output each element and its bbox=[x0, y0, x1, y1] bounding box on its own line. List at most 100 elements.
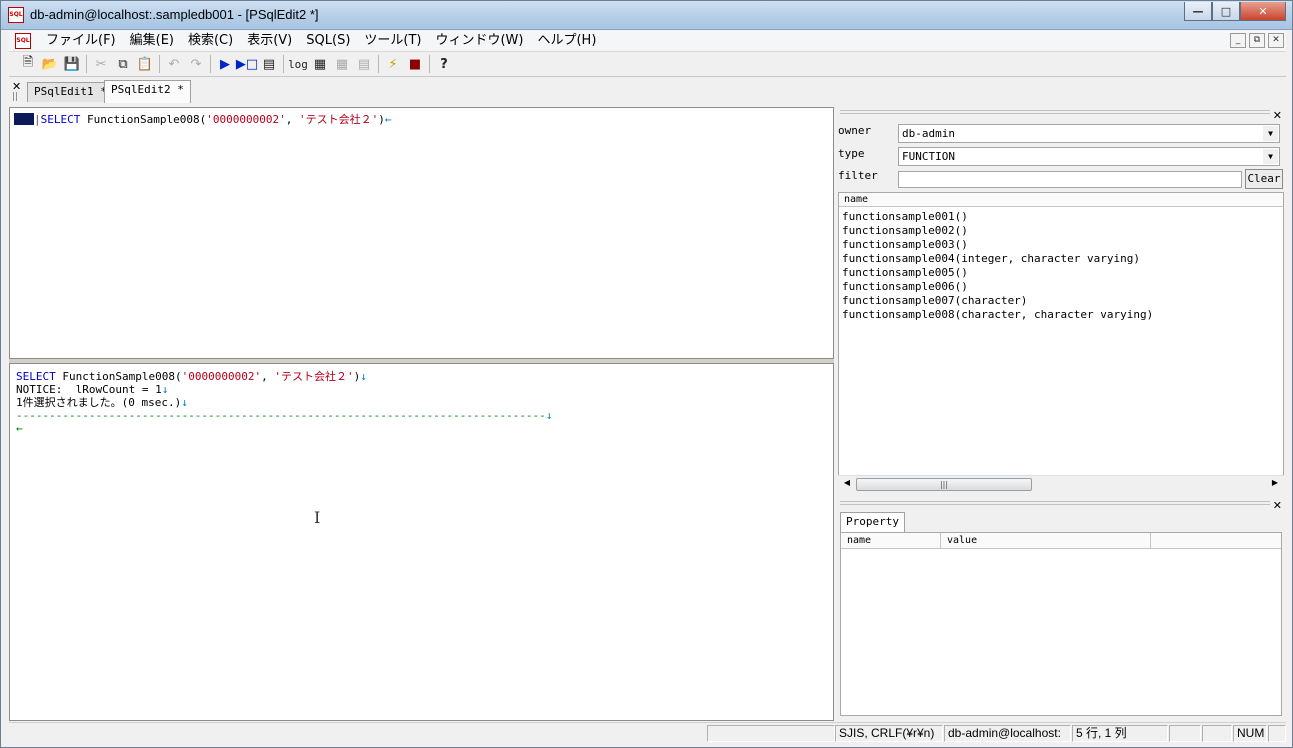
execute-icon[interactable]: ▶ bbox=[214, 54, 236, 74]
menu-sql[interactable]: SQL(S) bbox=[299, 33, 357, 49]
output-function: FunctionSample008( bbox=[55, 370, 182, 383]
newline-mark: ↓ bbox=[545, 409, 553, 422]
panel-grip[interactable] bbox=[840, 110, 1270, 115]
panel-grip[interactable] bbox=[840, 501, 1270, 506]
window-title: db-admin@localhost:.sampledb001 - [PSqlE… bbox=[30, 7, 319, 22]
cut-icon[interactable]: ✂ bbox=[90, 54, 112, 74]
sql-keyword: SELECT bbox=[40, 113, 81, 126]
lightning-icon[interactable]: ⚡ bbox=[382, 54, 404, 74]
list-item[interactable]: functionsample001() bbox=[842, 210, 1283, 224]
menu-bar: SQL ファイル(F) 編集(E) 検索(C) 表示(V) SQL(S) ツール… bbox=[9, 31, 1286, 52]
property-table[interactable]: name value bbox=[840, 532, 1282, 716]
menu-help[interactable]: ヘルプ(H) bbox=[530, 33, 603, 49]
newline-mark: ↓ bbox=[360, 370, 367, 383]
menu-window[interactable]: ウィンドウ(W) bbox=[428, 33, 530, 49]
list-item[interactable]: functionsample008(character, character v… bbox=[842, 308, 1283, 322]
open-folder-icon[interactable]: 📂 bbox=[39, 54, 61, 74]
window-controls: — □ ✕ bbox=[1184, 2, 1286, 22]
status-empty-panel bbox=[1169, 725, 1201, 742]
explain-icon[interactable]: ▤ bbox=[258, 54, 280, 74]
property-col-name[interactable]: name bbox=[841, 533, 941, 548]
sql-function: FunctionSample008( bbox=[80, 113, 207, 126]
paste-icon[interactable]: 📋 bbox=[134, 54, 156, 74]
mdi-child-icon[interactable]: SQL bbox=[15, 33, 31, 49]
type-select[interactable]: FUNCTION ▼ bbox=[898, 147, 1280, 166]
tab-psqledit1[interactable]: PSqlEdit1 * bbox=[27, 82, 114, 102]
mdi-minimize-button[interactable]: _ bbox=[1230, 33, 1246, 48]
list-header-name[interactable]: name bbox=[839, 193, 1283, 207]
property-tab[interactable]: Property bbox=[840, 512, 905, 532]
sql-arg2: 'テスト会社２' bbox=[298, 113, 379, 126]
grid-icon[interactable]: ▦ bbox=[309, 54, 331, 74]
menu-view[interactable]: 表示(V) bbox=[240, 33, 299, 49]
list-item[interactable]: functionsample004(integer, character var… bbox=[842, 252, 1283, 266]
owner-select[interactable]: db-admin ▼ bbox=[898, 124, 1280, 143]
clear-button[interactable]: Clear bbox=[1245, 169, 1283, 189]
toolbar-separator bbox=[378, 55, 379, 73]
menu-items: ファイル(F) 編集(E) 検索(C) 表示(V) SQL(S) ツール(T) … bbox=[39, 33, 603, 49]
tab-psqledit2[interactable]: PSqlEdit2 * bbox=[104, 80, 191, 103]
dropdown-arrow-icon[interactable]: ▼ bbox=[1263, 126, 1278, 141]
newline-mark: ↓ bbox=[161, 383, 169, 396]
minimize-button[interactable]: — bbox=[1184, 2, 1212, 21]
resize-grip-icon[interactable] bbox=[1268, 725, 1286, 742]
copy-icon[interactable]: ⧉ bbox=[112, 54, 134, 74]
output-comma: , bbox=[261, 370, 275, 383]
sql-editor[interactable]: |SELECT FunctionSample008('0000000002', … bbox=[9, 107, 834, 359]
sql-arg1: '0000000002' bbox=[206, 113, 286, 126]
output-line-2: NOTICE: lRowCount = 1↓ bbox=[16, 383, 168, 396]
panel-close-icon[interactable]: ✕ bbox=[1273, 500, 1282, 511]
scroll-thumb[interactable]: ||| bbox=[856, 478, 1032, 491]
type-value: FUNCTION bbox=[902, 150, 955, 163]
grid-disabled-2-icon[interactable]: ▤ bbox=[353, 54, 375, 74]
grid-disabled-icon[interactable]: ▦ bbox=[331, 54, 353, 74]
list-item[interactable]: functionsample005() bbox=[842, 266, 1283, 280]
scroll-right-icon[interactable]: ▶ bbox=[1269, 478, 1281, 487]
notice-text: NOTICE: lRowCount = 1 bbox=[16, 383, 162, 396]
menu-tools[interactable]: ツール(T) bbox=[357, 33, 428, 49]
status-bar: SJIS, CRLF(¥r¥n) db-admin@localhost: 5 行… bbox=[9, 722, 1286, 742]
menu-search[interactable]: 検索(C) bbox=[181, 33, 240, 49]
maximize-button[interactable]: □ bbox=[1212, 2, 1240, 21]
help-icon[interactable]: ? bbox=[433, 54, 455, 74]
menu-edit[interactable]: 編集(E) bbox=[123, 33, 181, 49]
status-num: NUM bbox=[1233, 725, 1267, 742]
undo-icon[interactable]: ↶ bbox=[163, 54, 185, 74]
horizontal-scrollbar[interactable]: ◀ ||| ▶ bbox=[838, 475, 1284, 492]
text-cursor-icon: I bbox=[314, 508, 321, 527]
result-output[interactable]: SELECT FunctionSample008('0000000002', '… bbox=[9, 363, 834, 721]
mdi-close-button[interactable]: ✕ bbox=[1268, 33, 1284, 48]
panel-close-icon[interactable]: ✕ bbox=[1273, 110, 1282, 121]
toolbar-separator bbox=[283, 55, 284, 73]
scroll-left-icon[interactable]: ◀ bbox=[841, 478, 853, 487]
save-icon[interactable]: 💾 bbox=[61, 54, 83, 74]
title-bar[interactable]: SQL db-admin@localhost:.sampledb001 - [P… bbox=[1, 1, 1292, 30]
book-icon[interactable]: ■ bbox=[404, 54, 426, 74]
object-browser-panel: ✕ owner db-admin ▼ type FUNCTION ▼ filter … bbox=[836, 107, 1286, 722]
function-list[interactable]: name functionsample001() functionsample0… bbox=[838, 192, 1284, 492]
list-item[interactable]: functionsample007(character) bbox=[842, 294, 1283, 308]
new-file-icon[interactable]: 🗎 bbox=[17, 54, 39, 74]
separator-dashes: ----------------------------------------… bbox=[16, 409, 546, 422]
list-item[interactable]: functionsample003() bbox=[842, 238, 1283, 252]
output-line-3: 1件選択されました。(0 msec.)↓ bbox=[16, 396, 188, 409]
close-button[interactable]: ✕ bbox=[1240, 2, 1286, 21]
redo-icon[interactable]: ↷ bbox=[185, 54, 207, 74]
property-header: name value bbox=[841, 533, 1281, 549]
execute-to-file-icon[interactable]: ▶□ bbox=[236, 54, 258, 74]
dropdown-arrow-icon[interactable]: ▼ bbox=[1263, 149, 1278, 164]
status-position: 5 行, 1 列 bbox=[1072, 725, 1168, 742]
mdi-restore-button[interactable]: ⧉ bbox=[1249, 33, 1265, 48]
filter-input[interactable] bbox=[898, 171, 1242, 188]
list-item[interactable]: functionsample002() bbox=[842, 224, 1283, 238]
output-line-4: ----------------------------------------… bbox=[16, 409, 552, 422]
log-button[interactable]: log bbox=[287, 54, 309, 74]
output-arg2: 'テスト会社２' bbox=[274, 370, 354, 383]
property-col-value[interactable]: value bbox=[941, 533, 1151, 548]
main-window: SQL db-admin@localhost:.sampledb001 - [P… bbox=[0, 0, 1293, 748]
list-item[interactable]: functionsample006() bbox=[842, 280, 1283, 294]
sql-close: ) bbox=[378, 113, 385, 126]
toolbar-separator bbox=[429, 55, 430, 73]
menu-file[interactable]: ファイル(F) bbox=[39, 33, 123, 49]
output-keyword: SELECT bbox=[16, 370, 56, 383]
